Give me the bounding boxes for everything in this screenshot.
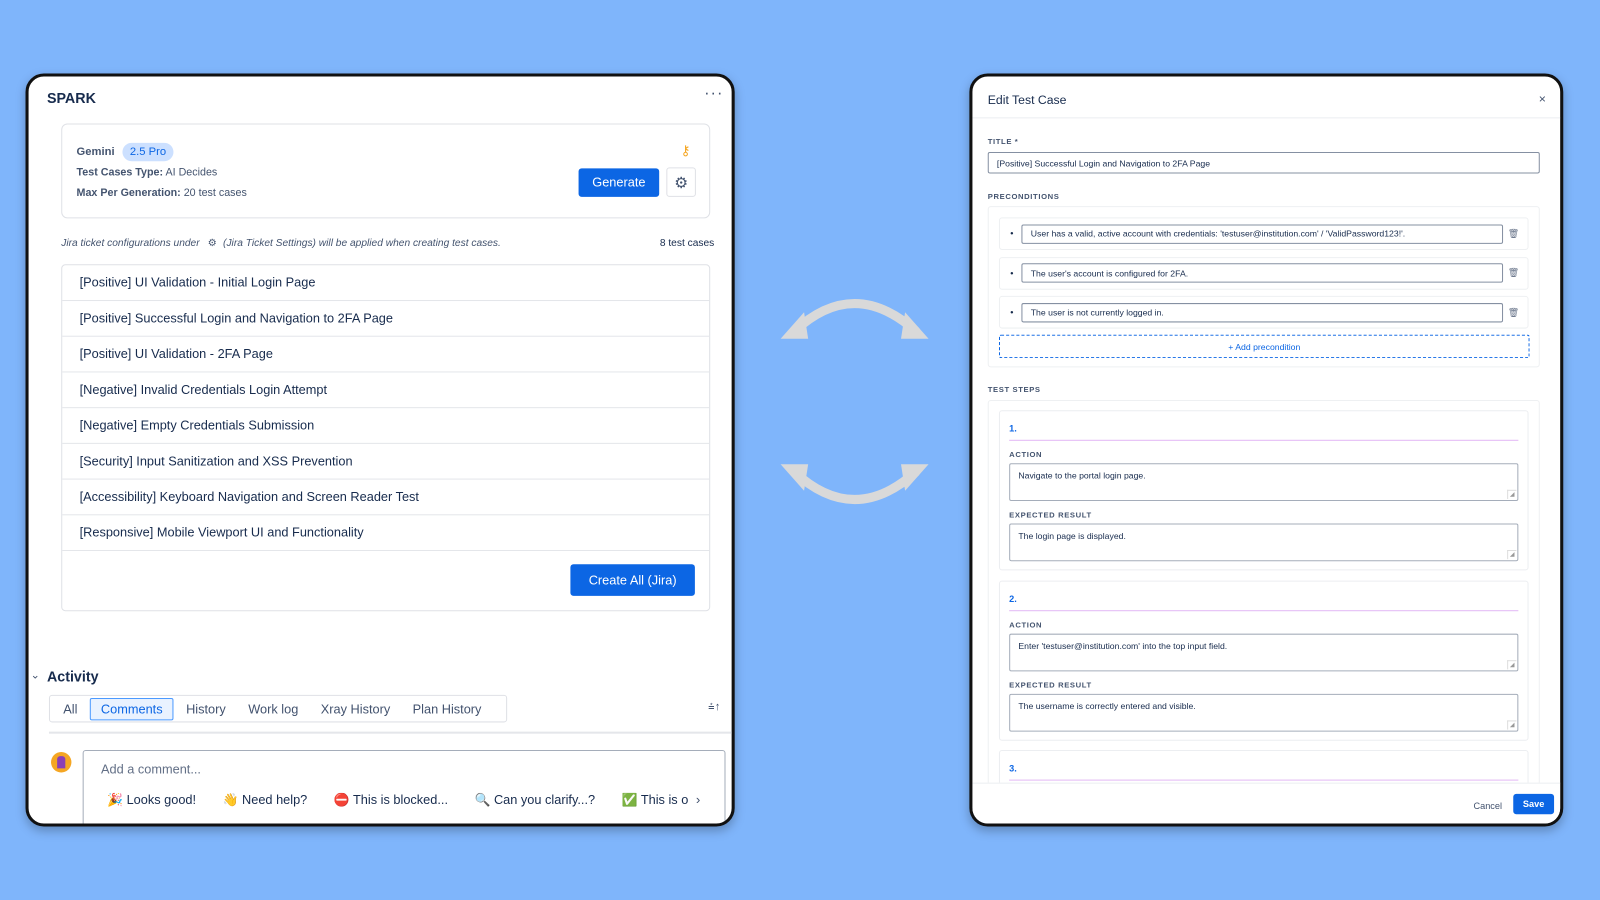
app-title: SPARK (46, 89, 96, 107)
action-label: ACTION (1009, 619, 1043, 630)
max-label: Max Per Generation: (76, 186, 181, 199)
resize-handle-icon[interactable]: ◢ (1507, 549, 1517, 560)
quick-reply-chip[interactable]: 🎉 Looks good! (107, 793, 196, 808)
resize-handle-icon[interactable]: ◢ (1507, 659, 1517, 669)
action-label: ACTION (1009, 449, 1043, 460)
bullet: • (1010, 228, 1014, 239)
type-value: AI Decides (165, 166, 218, 179)
tab-all[interactable]: All (53, 697, 88, 719)
generate-button[interactable]: Generate (578, 168, 660, 197)
test-case-list: [Positive] UI Validation - Initial Login… (61, 264, 711, 612)
expected-result-label: EXPECTED RESULT (1009, 510, 1092, 520)
step-number: 1. (1009, 423, 1017, 434)
precondition-input[interactable]: The user is not currently logged in. (1021, 302, 1504, 322)
type-label: Test Cases Type: (76, 166, 164, 179)
title-label: TITLE * (987, 136, 1019, 146)
quick-reply-chip[interactable]: ⛔ This is blocked... (334, 793, 448, 808)
resize-handle-icon[interactable]: ◢ (1507, 719, 1517, 730)
precondition-row: • User has a valid, active account with c… (998, 217, 1529, 250)
precondition-row: • The user's account is configured for 2F… (998, 256, 1529, 290)
test-steps-container: 1. ACTION Navigate to the portal login pag… (987, 399, 1540, 812)
trash-icon[interactable]: 🗑 (1508, 307, 1520, 318)
model-badge[interactable]: 2.5 Pro (122, 142, 174, 162)
action-text: Navigate to the portal login page. (1018, 470, 1146, 481)
add-precondition-button[interactable]: + Add precondition (998, 334, 1530, 359)
preconditions-label: PRECONDITIONS (987, 191, 1060, 202)
action-textarea[interactable]: Navigate to the portal login page. ◢ (1009, 463, 1519, 502)
trash-icon[interactable]: 🗑 (1508, 267, 1520, 278)
test-case-row[interactable]: [Accessibility] Keyboard Navigation and … (62, 480, 710, 516)
dialog-footer: Cancel Save (972, 782, 1561, 824)
settings-button[interactable]: ⚙ (666, 167, 696, 197)
cancel-button[interactable]: Cancel (1473, 801, 1502, 811)
quick-reply-chip[interactable]: 👋 Need help? (223, 793, 308, 808)
step-number: 3. (1009, 763, 1017, 774)
precondition-input[interactable]: User has a valid, active account with cr… (1021, 223, 1504, 244)
title-input[interactable]: [Positive] Successful Login and Navigati… (987, 152, 1540, 174)
comment-input[interactable]: Add a comment... (101, 762, 201, 776)
save-button[interactable]: Save (1513, 793, 1555, 815)
expected-text: The login page is displayed. (1018, 530, 1126, 541)
close-icon[interactable]: × (1539, 92, 1546, 106)
trash-icon[interactable]: 🗑 (1508, 228, 1520, 239)
test-step-card: 1. ACTION Navigate to the portal login pag… (998, 410, 1529, 571)
test-step-card: 2. ACTION Enter 'testuser@institution.com'… (998, 580, 1529, 741)
activity-divider (48, 731, 732, 734)
sync-arrows-icon (780, 299, 929, 504)
test-case-row[interactable]: [Positive] Successful Login and Navigati… (62, 301, 710, 337)
model-label: Gemini (76, 145, 115, 159)
test-case-count: 8 test cases (659, 237, 715, 249)
test-steps-label: TEST STEPS (987, 384, 1041, 394)
edit-test-case-dialog: Edit Test Case × TITLE * [Positive] Succ… (969, 73, 1564, 827)
expected-result-label: EXPECTED RESULT (1009, 680, 1092, 690)
notice-prefix: Jira ticket configurations under (61, 237, 200, 249)
spark-panel: SPARK ··· Gemini 2.5 Pro Test Cases Type… (25, 73, 735, 827)
expected-result-textarea[interactable]: The login page is displayed. ◢ (1009, 523, 1519, 562)
expected-text: The username is correctly entered and vi… (1018, 700, 1196, 711)
precondition-row: • The user is not currently logged in. 🗑 (998, 295, 1529, 329)
comment-box[interactable]: Add a comment... 🎉 Looks good! 👋 Need hel… (82, 749, 726, 824)
bullet: • (1010, 267, 1014, 279)
test-case-row[interactable]: [Positive] UI Validation - 2FA Page (62, 337, 710, 373)
tab-history[interactable]: History (176, 697, 236, 719)
tab-plan-history[interactable]: Plan History (402, 697, 491, 719)
tab-work-log[interactable]: Work log (238, 697, 309, 719)
quick-reply-chip[interactable]: ✅ This is o (622, 793, 689, 808)
test-case-row[interactable]: [Positive] UI Validation - Initial Login… (62, 265, 710, 302)
notice-suffix: (Jira Ticket Settings) will be applied w… (223, 237, 501, 249)
step-number: 2. (1009, 593, 1017, 604)
action-text: Enter 'testuser@institution.com' into th… (1018, 640, 1228, 651)
action-textarea[interactable]: Enter 'testuser@institution.com' into th… (1009, 633, 1519, 671)
user-avatar[interactable] (51, 752, 72, 773)
activity-tabs: All Comments History Work log Xray History Pl… (48, 694, 508, 723)
activity-title: Activity (46, 668, 99, 685)
sort-icon[interactable]: ⩮↑ (708, 701, 720, 714)
activity-collapse-chevron-icon[interactable]: ⌄ (31, 668, 40, 681)
tab-xray-history[interactable]: Xray History (311, 697, 401, 719)
tab-comments[interactable]: Comments (89, 697, 174, 720)
key-icon[interactable]: ⚷ (681, 143, 691, 159)
dialog-title: Edit Test Case (987, 92, 1067, 108)
config-card: Gemini 2.5 Pro Test Cases Type: AI Decid… (61, 123, 711, 219)
bullet: • (1010, 307, 1014, 318)
expected-result-textarea[interactable]: The username is correctly entered and vi… (1009, 693, 1519, 732)
test-case-row[interactable]: [Negative] Invalid Credentials Login Att… (62, 372, 710, 409)
gear-icon: ⚙ (674, 173, 688, 192)
jira-settings-gear-icon[interactable]: ⚙ (208, 238, 217, 249)
resize-handle-icon[interactable]: ◢ (1507, 489, 1517, 499)
chevron-right-icon[interactable]: › (696, 792, 700, 807)
test-case-row[interactable]: [Security] Input Sanitization and XSS Pr… (62, 444, 710, 480)
max-value: 20 test cases (183, 186, 247, 199)
test-case-row[interactable]: [Negative] Empty Credentials Submission (62, 408, 710, 444)
test-case-row[interactable]: [Responsive] Mobile Viewport UI and Func… (62, 515, 710, 552)
create-all-jira-button[interactable]: Create All (Jira) (570, 564, 695, 596)
preconditions-container: + Add precondition • User has a valid, ac… (987, 206, 1540, 368)
quick-reply-chip[interactable]: 🔍 Can you clarify...? (475, 793, 596, 808)
precondition-input[interactable]: The user's account is configured for 2FA… (1021, 263, 1504, 283)
more-options-icon[interactable]: ··· (704, 85, 723, 103)
